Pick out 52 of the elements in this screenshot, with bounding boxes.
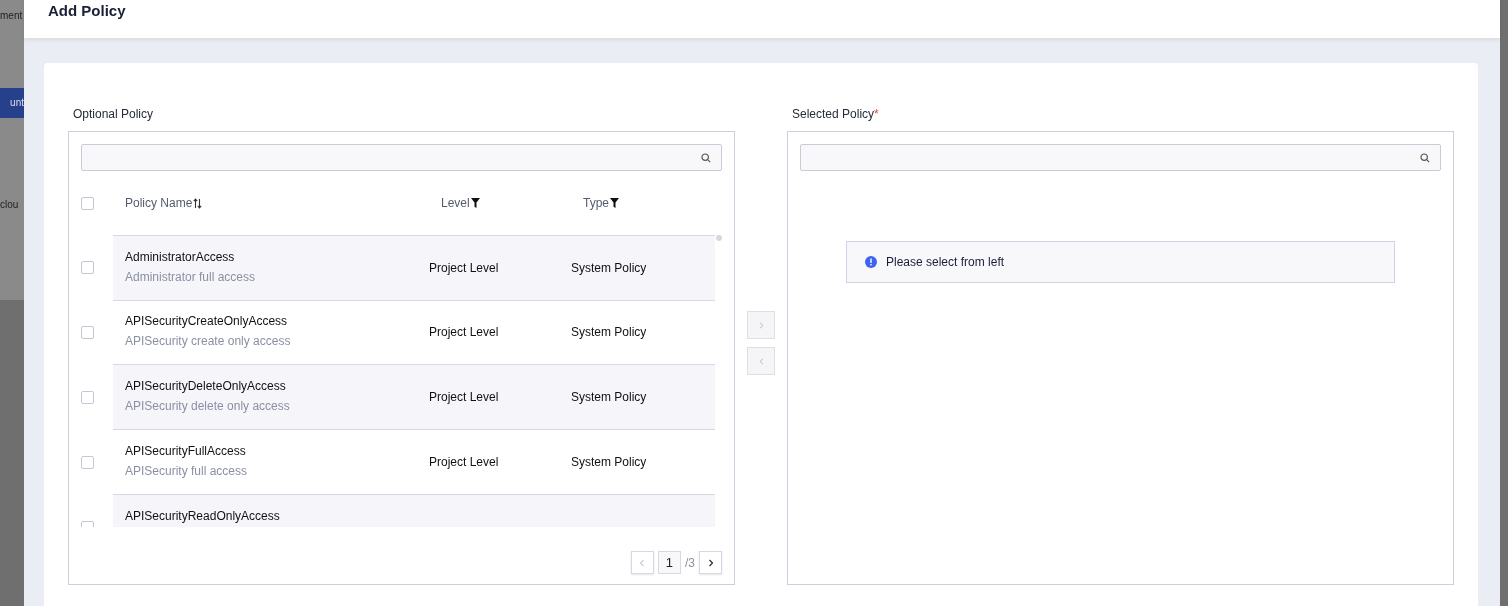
search-field[interactable] — [81, 144, 722, 171]
search-field[interactable] — [800, 144, 1441, 171]
policy-description: Administrator full access — [125, 269, 257, 284]
table-row[interactable]: APISecurityReadOnlyAccess — [113, 495, 715, 527]
page-total: /3 — [685, 555, 695, 570]
remove-from-selected-button[interactable] — [747, 347, 775, 375]
policy-description: APISecurity create only access — [125, 334, 292, 348]
policy-description: APISecurity full access — [125, 464, 249, 478]
filter-icon[interactable] — [470, 198, 480, 208]
row-checkbox[interactable] — [81, 326, 94, 339]
row-checkbox[interactable] — [81, 456, 94, 469]
table-cell: Project Level — [429, 325, 499, 339]
table-cell: System Policy — [571, 455, 647, 469]
column-header[interactable]: Policy Name — [125, 196, 193, 210]
dialog-title: Add Policy — [48, 2, 126, 19]
chevron-left-icon — [639, 558, 646, 567]
table-row[interactable]: AdministratorAccess Administrator full access Project Level System Policy — [113, 235, 715, 301]
page-number-field[interactable]: 1 — [658, 551, 681, 574]
policy-description: APISecurity delete only access — [125, 399, 291, 413]
policy-name: APISecurityDeleteOnlyAccess — [125, 379, 287, 393]
page-text: ment — [0, 10, 23, 21]
row-checkbox[interactable] — [81, 261, 94, 274]
column-header[interactable]: Type — [583, 196, 609, 210]
search-icon — [701, 152, 711, 163]
table-cell: System Policy — [571, 325, 647, 339]
table-cell: System Policy — [571, 260, 647, 275]
policy-name: APISecurityReadOnlyAccess — [125, 509, 281, 523]
info-icon — [865, 256, 877, 268]
policy-name: AdministratorAccess — [125, 249, 236, 264]
policy-name: APISecurityFullAccess — [125, 444, 247, 458]
table-cell: System Policy — [571, 390, 647, 404]
table-row[interactable]: APISecurityDeleteOnlyAccess APISecurity delete only access Project Level System Policy — [113, 365, 715, 430]
policy-name: APISecurityCreateOnlyAccess — [125, 314, 289, 328]
table-cell: Project Level — [429, 455, 499, 469]
chevron-left-icon — [758, 357, 764, 365]
filter-icon[interactable] — [610, 198, 619, 208]
next-page-button[interactable] — [699, 551, 722, 574]
search-icon — [1420, 152, 1430, 163]
add-to-selected-button[interactable] — [747, 311, 775, 339]
chevron-right-icon — [707, 558, 714, 567]
chevron-right-icon — [758, 321, 764, 329]
page-text: clou — [0, 199, 19, 210]
panel-label: Optional Policy — [73, 107, 155, 123]
message-text: Please select from left — [886, 255, 1005, 269]
panel-label: Selected Policy* — [792, 107, 880, 123]
column-header[interactable]: Level — [441, 196, 470, 210]
row-checkbox[interactable] — [81, 391, 94, 404]
table-cell: Project Level — [429, 260, 499, 275]
table-cell: Project Level — [429, 390, 499, 404]
sort-icon[interactable] — [193, 197, 203, 209]
select-all-checkbox[interactable] — [81, 196, 94, 210]
scrollbar-thumb[interactable] — [716, 235, 722, 241]
